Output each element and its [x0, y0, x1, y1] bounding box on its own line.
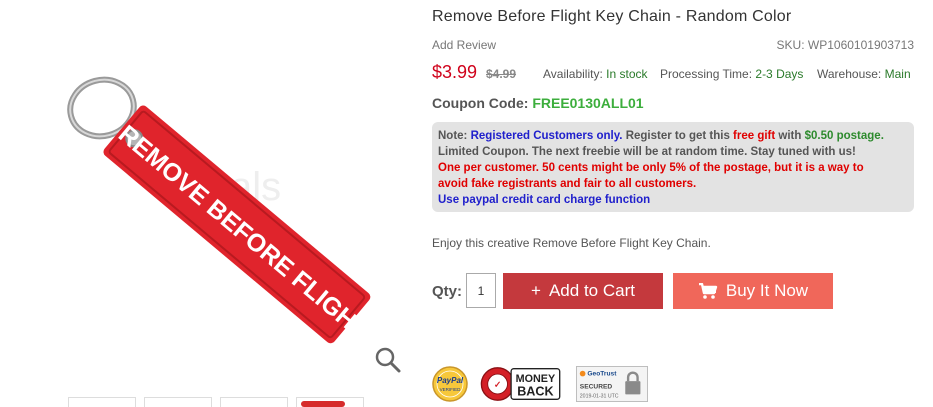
svg-text:MONEY: MONEY — [516, 373, 556, 385]
buy-now-label: Buy It Now — [725, 281, 809, 300]
registered-link[interactable]: Registered Customers only. — [471, 130, 623, 142]
geotrust-secured-badge[interactable]: GeoTrust SECURED 2019-01-31 UTC — [574, 366, 650, 402]
plus-icon: + — [531, 281, 541, 300]
sku-label: SKU: — [776, 38, 805, 52]
processing-label: Processing Time: — [660, 67, 753, 81]
coupon-label: Coupon Code: — [432, 95, 529, 111]
coupon-note: Note: Registered Customers only. Registe… — [432, 122, 914, 212]
postage-text: $0.50 postage. — [804, 130, 884, 142]
svg-text:BACK: BACK — [517, 385, 553, 399]
warehouse-label: Warehouse: — [817, 67, 882, 81]
buy-now-button[interactable]: Buy It Now — [673, 273, 833, 309]
product-title: Remove Before Flight Key Chain - Random … — [432, 8, 792, 25]
note-line-2: Limited Coupon. The next freebie will be… — [438, 146, 856, 158]
product-description: Enjoy this creative Remove Before Flight… — [432, 236, 711, 250]
thumbnail-strip — [68, 397, 364, 407]
keychain-illustration: als REMOVE BEFORE FLIGHT — [30, 0, 410, 390]
thumbnail[interactable] — [144, 397, 212, 407]
add-to-cart-button[interactable]: + Add to Cart — [503, 273, 663, 309]
thumbnail-active[interactable] — [296, 397, 364, 407]
sku-value: WP1060101903713 — [807, 38, 914, 52]
availability-label: Availability: — [543, 67, 603, 81]
svg-text:SECURED: SECURED — [580, 384, 613, 391]
thumbnail[interactable] — [220, 397, 288, 407]
with-text: with — [778, 130, 802, 142]
paypal-verified-badge[interactable]: PayPal VERIFIED — [432, 366, 468, 402]
svg-text:GeoTrust: GeoTrust — [587, 370, 617, 377]
availability: Availability: In stock — [543, 67, 648, 81]
product-gallery: als REMOVE BEFORE FLIGHT — [0, 0, 410, 407]
note-label: Note: — [438, 130, 468, 142]
zoom-icon[interactable] — [374, 346, 402, 374]
note-line-4: avoid fake registrants and fair to all c… — [438, 178, 697, 190]
add-review-link[interactable]: Add Review — [432, 38, 496, 52]
thumbnail[interactable] — [68, 397, 136, 407]
product-image[interactable]: als REMOVE BEFORE FLIGHT — [30, 0, 410, 390]
note-line-1: Note: Registered Customers only. Registe… — [438, 128, 908, 144]
free-gift: free gift — [733, 130, 776, 142]
money-back-badge[interactable]: ✓ MONEY BACK — [476, 366, 566, 402]
coupon-code: FREE0130ALL01 — [532, 95, 644, 111]
svg-text:PayPal: PayPal — [437, 376, 464, 385]
svg-text:2019-01-31 UTC: 2019-01-31 UTC — [580, 393, 619, 399]
warehouse: Warehouse: Main — [817, 67, 911, 81]
old-price: $4.99 — [486, 67, 517, 81]
svg-text:✓: ✓ — [494, 380, 502, 390]
qty-input[interactable] — [466, 273, 496, 308]
qty-label: Qty: — [432, 283, 462, 300]
trust-badges: PayPal VERIFIED ✓ MONEY BACK GeoTrust SE… — [432, 366, 650, 402]
warehouse-value: Main — [884, 67, 911, 81]
add-to-cart-label: Add to Cart — [548, 281, 635, 300]
register-text: Register to get this — [625, 130, 730, 142]
note-line-3: One per customer. 50 cents might be only… — [438, 162, 864, 174]
svg-text:VERIFIED: VERIFIED — [440, 387, 462, 392]
processing-value: 2-3 Days — [755, 67, 804, 81]
sku: SKU: WP1060101903713 — [777, 38, 914, 52]
availability-value: In stock — [606, 67, 648, 81]
price: $3.99 — [432, 62, 478, 82]
coupon: Coupon Code: FREE0130ALL01 — [432, 95, 644, 111]
processing-time: Processing Time: 2-3 Days — [660, 67, 803, 81]
shopping-cart-icon — [698, 283, 718, 299]
paypal-link[interactable]: Use paypal credit card charge function — [438, 192, 908, 208]
